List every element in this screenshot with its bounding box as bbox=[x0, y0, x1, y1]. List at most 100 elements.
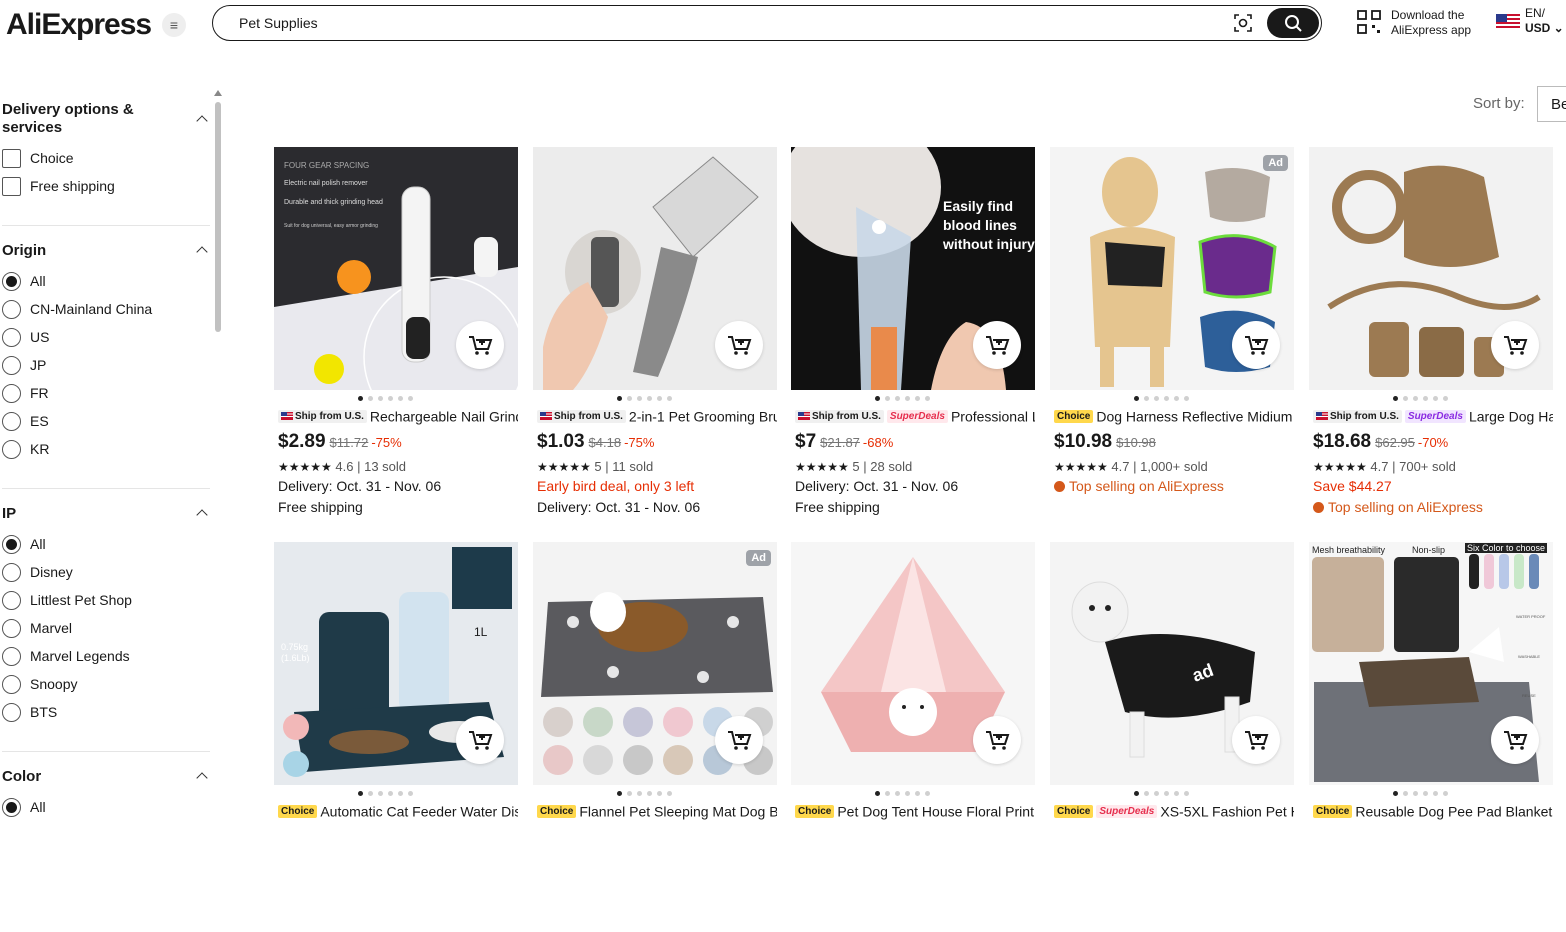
origin-filter-title[interactable]: Origin bbox=[2, 242, 46, 260]
radio[interactable] bbox=[2, 356, 21, 375]
product-card[interactable]: Ad Choice Dog Harness Reflective Midium $… bbox=[1050, 147, 1294, 537]
add-to-cart-button[interactable] bbox=[456, 716, 504, 764]
add-to-cart-icon bbox=[469, 336, 493, 355]
scroll-thumb[interactable] bbox=[215, 102, 221, 332]
image-carousel-dots[interactable] bbox=[617, 791, 697, 797]
radio[interactable] bbox=[2, 647, 21, 666]
search-button[interactable] bbox=[1267, 8, 1319, 38]
radio[interactable] bbox=[2, 798, 21, 817]
superdeals-badge: SuperDeals bbox=[1096, 804, 1158, 818]
top-selling-info: Top selling on AliExpress bbox=[1054, 478, 1224, 494]
image-carousel-dots[interactable] bbox=[1134, 396, 1214, 402]
sort-dropdown[interactable]: Be bbox=[1537, 86, 1566, 122]
product-image[interactable] bbox=[533, 147, 777, 390]
filter-sidebar: Delivery options & services Choice Free … bbox=[0, 88, 212, 828]
image-carousel-dots[interactable] bbox=[358, 396, 438, 402]
image-carousel-dots[interactable] bbox=[1393, 396, 1473, 402]
ip-filter-title[interactable]: IP bbox=[2, 505, 16, 523]
radio[interactable] bbox=[2, 619, 21, 638]
radio[interactable] bbox=[2, 535, 21, 554]
add-to-cart-button[interactable] bbox=[1491, 716, 1539, 764]
discount: -70% bbox=[1417, 435, 1449, 450]
radio[interactable] bbox=[2, 703, 21, 722]
product-image[interactable]: ad bbox=[1050, 542, 1294, 785]
delivery-filter-title[interactable]: Delivery options & services bbox=[2, 101, 172, 137]
product-title[interactable]: Choice Reusable Dog Pee Pad Blanket bbox=[1313, 802, 1553, 822]
image-caption: Non-slip bbox=[1412, 545, 1446, 555]
product-card[interactable]: Ship from U.S.2-in-1 Pet Grooming Brush … bbox=[533, 147, 777, 537]
deal-info: Early bird deal, only 3 left bbox=[537, 478, 695, 494]
product-title[interactable]: ChoiceSuperDealsXS-5XL Fashion Pet Hoodi… bbox=[1054, 802, 1294, 822]
checkbox[interactable] bbox=[2, 149, 21, 168]
add-to-cart-button[interactable] bbox=[1232, 321, 1280, 369]
add-to-cart-icon bbox=[986, 336, 1010, 355]
product-card[interactable]: 0.75kg (1.6Lb) 1L Choice Automatic Cat Fe… bbox=[274, 542, 518, 932]
divider bbox=[2, 751, 210, 752]
radio[interactable] bbox=[2, 675, 21, 694]
image-carousel-dots[interactable] bbox=[358, 791, 438, 797]
add-to-cart-button[interactable] bbox=[1232, 716, 1280, 764]
choice-badge: Choice bbox=[795, 804, 835, 818]
product-image[interactable]: 0.75kg (1.6Lb) 1L bbox=[274, 542, 518, 785]
product-card[interactable]: Mesh breathability Non-slip Six Color to… bbox=[1309, 542, 1553, 932]
product-image[interactable] bbox=[791, 542, 1035, 785]
add-to-cart-button[interactable] bbox=[973, 716, 1021, 764]
chevron-up-icon[interactable] bbox=[196, 509, 208, 521]
add-to-cart-button[interactable] bbox=[1491, 321, 1539, 369]
original-price: $21.87 bbox=[820, 435, 860, 450]
product-image[interactable]: Ad bbox=[533, 542, 777, 785]
radio[interactable] bbox=[2, 272, 21, 291]
product-title[interactable]: Ship from U.S.SuperDealsProfessional LED… bbox=[795, 407, 1035, 427]
chevron-up-icon[interactable] bbox=[196, 115, 208, 127]
add-to-cart-button[interactable] bbox=[715, 321, 763, 369]
checkbox[interactable] bbox=[2, 177, 21, 196]
image-carousel-dots[interactable] bbox=[875, 396, 955, 402]
product-card[interactable]: ad ChoiceSuperDealsXS-5XL Fashion Pet Ho… bbox=[1050, 542, 1294, 932]
product-title[interactable]: Ship from U.S.SuperDealsLarge Dog Harnes… bbox=[1313, 407, 1553, 427]
product-card[interactable]: Easily find blood lines without injury S… bbox=[791, 147, 1035, 537]
radio[interactable] bbox=[2, 412, 21, 431]
radio[interactable] bbox=[2, 384, 21, 403]
product-image[interactable] bbox=[1309, 147, 1553, 390]
radio[interactable] bbox=[2, 300, 21, 319]
product-card[interactable]: Ad Choice Flannel Pet Sleeping Mat Dog Be… bbox=[533, 542, 777, 932]
product-image[interactable]: Easily find blood lines without injury bbox=[791, 147, 1035, 390]
product-card[interactable]: Ship from U.S.SuperDealsLarge Dog Harnes… bbox=[1309, 147, 1553, 537]
rating-row: ★★★★★ 4.6 | 13 sold bbox=[278, 459, 407, 474]
aliexpress-logo[interactable]: AliExpress bbox=[6, 8, 152, 42]
color-filter-title[interactable]: Color bbox=[2, 768, 41, 786]
chevron-up-icon[interactable] bbox=[196, 772, 208, 784]
add-to-cart-icon bbox=[1245, 336, 1269, 355]
product-title[interactable]: Ship from U.S.Rechargeable Nail Grinder bbox=[278, 407, 518, 427]
radio[interactable] bbox=[2, 440, 21, 459]
product-title[interactable]: Choice Dog Harness Reflective Midium bbox=[1054, 407, 1294, 427]
product-title[interactable]: Ship from U.S.2-in-1 Pet Grooming Brush bbox=[537, 407, 777, 427]
add-to-cart-button[interactable] bbox=[973, 321, 1021, 369]
image-carousel-dots[interactable] bbox=[1393, 791, 1473, 797]
image-carousel-dots[interactable] bbox=[617, 396, 697, 402]
product-image[interactable]: Ad bbox=[1050, 147, 1294, 390]
chevron-up-icon[interactable] bbox=[196, 246, 208, 258]
image-carousel-dots[interactable] bbox=[1134, 791, 1214, 797]
image-search-icon[interactable] bbox=[1233, 13, 1253, 33]
product-title[interactable]: Choice Pet Dog Tent House Floral Print bbox=[795, 802, 1035, 822]
add-to-cart-button[interactable] bbox=[456, 321, 504, 369]
product-title[interactable]: Choice Flannel Pet Sleeping Mat Dog Bed bbox=[537, 802, 777, 822]
product-image[interactable]: FOUR GEAR SPACING Electric nail polish r… bbox=[274, 147, 518, 390]
choice-badge: Choice bbox=[1054, 409, 1094, 423]
radio[interactable] bbox=[2, 563, 21, 582]
product-card[interactable]: Choice Pet Dog Tent House Floral Print bbox=[791, 542, 1035, 932]
product-title[interactable]: ChoiceAutomatic Cat Feeder Water Dispens… bbox=[278, 802, 518, 822]
choice-badge: Choice bbox=[278, 804, 318, 818]
product-image[interactable]: Mesh breathability Non-slip Six Color to… bbox=[1309, 542, 1553, 785]
image-carousel-dots[interactable] bbox=[875, 791, 955, 797]
hamburger-menu-icon[interactable]: ≡ bbox=[162, 13, 186, 37]
sidebar-scrollbar[interactable] bbox=[214, 88, 222, 828]
radio[interactable] bbox=[2, 591, 21, 610]
search-input[interactable] bbox=[237, 13, 1187, 33]
product-card[interactable]: FOUR GEAR SPACING Electric nail polish r… bbox=[274, 147, 518, 537]
add-to-cart-button[interactable] bbox=[715, 716, 763, 764]
savings-info: Save $44.27 bbox=[1313, 478, 1392, 494]
scroll-up-arrow-icon[interactable] bbox=[214, 90, 222, 96]
radio[interactable] bbox=[2, 328, 21, 347]
